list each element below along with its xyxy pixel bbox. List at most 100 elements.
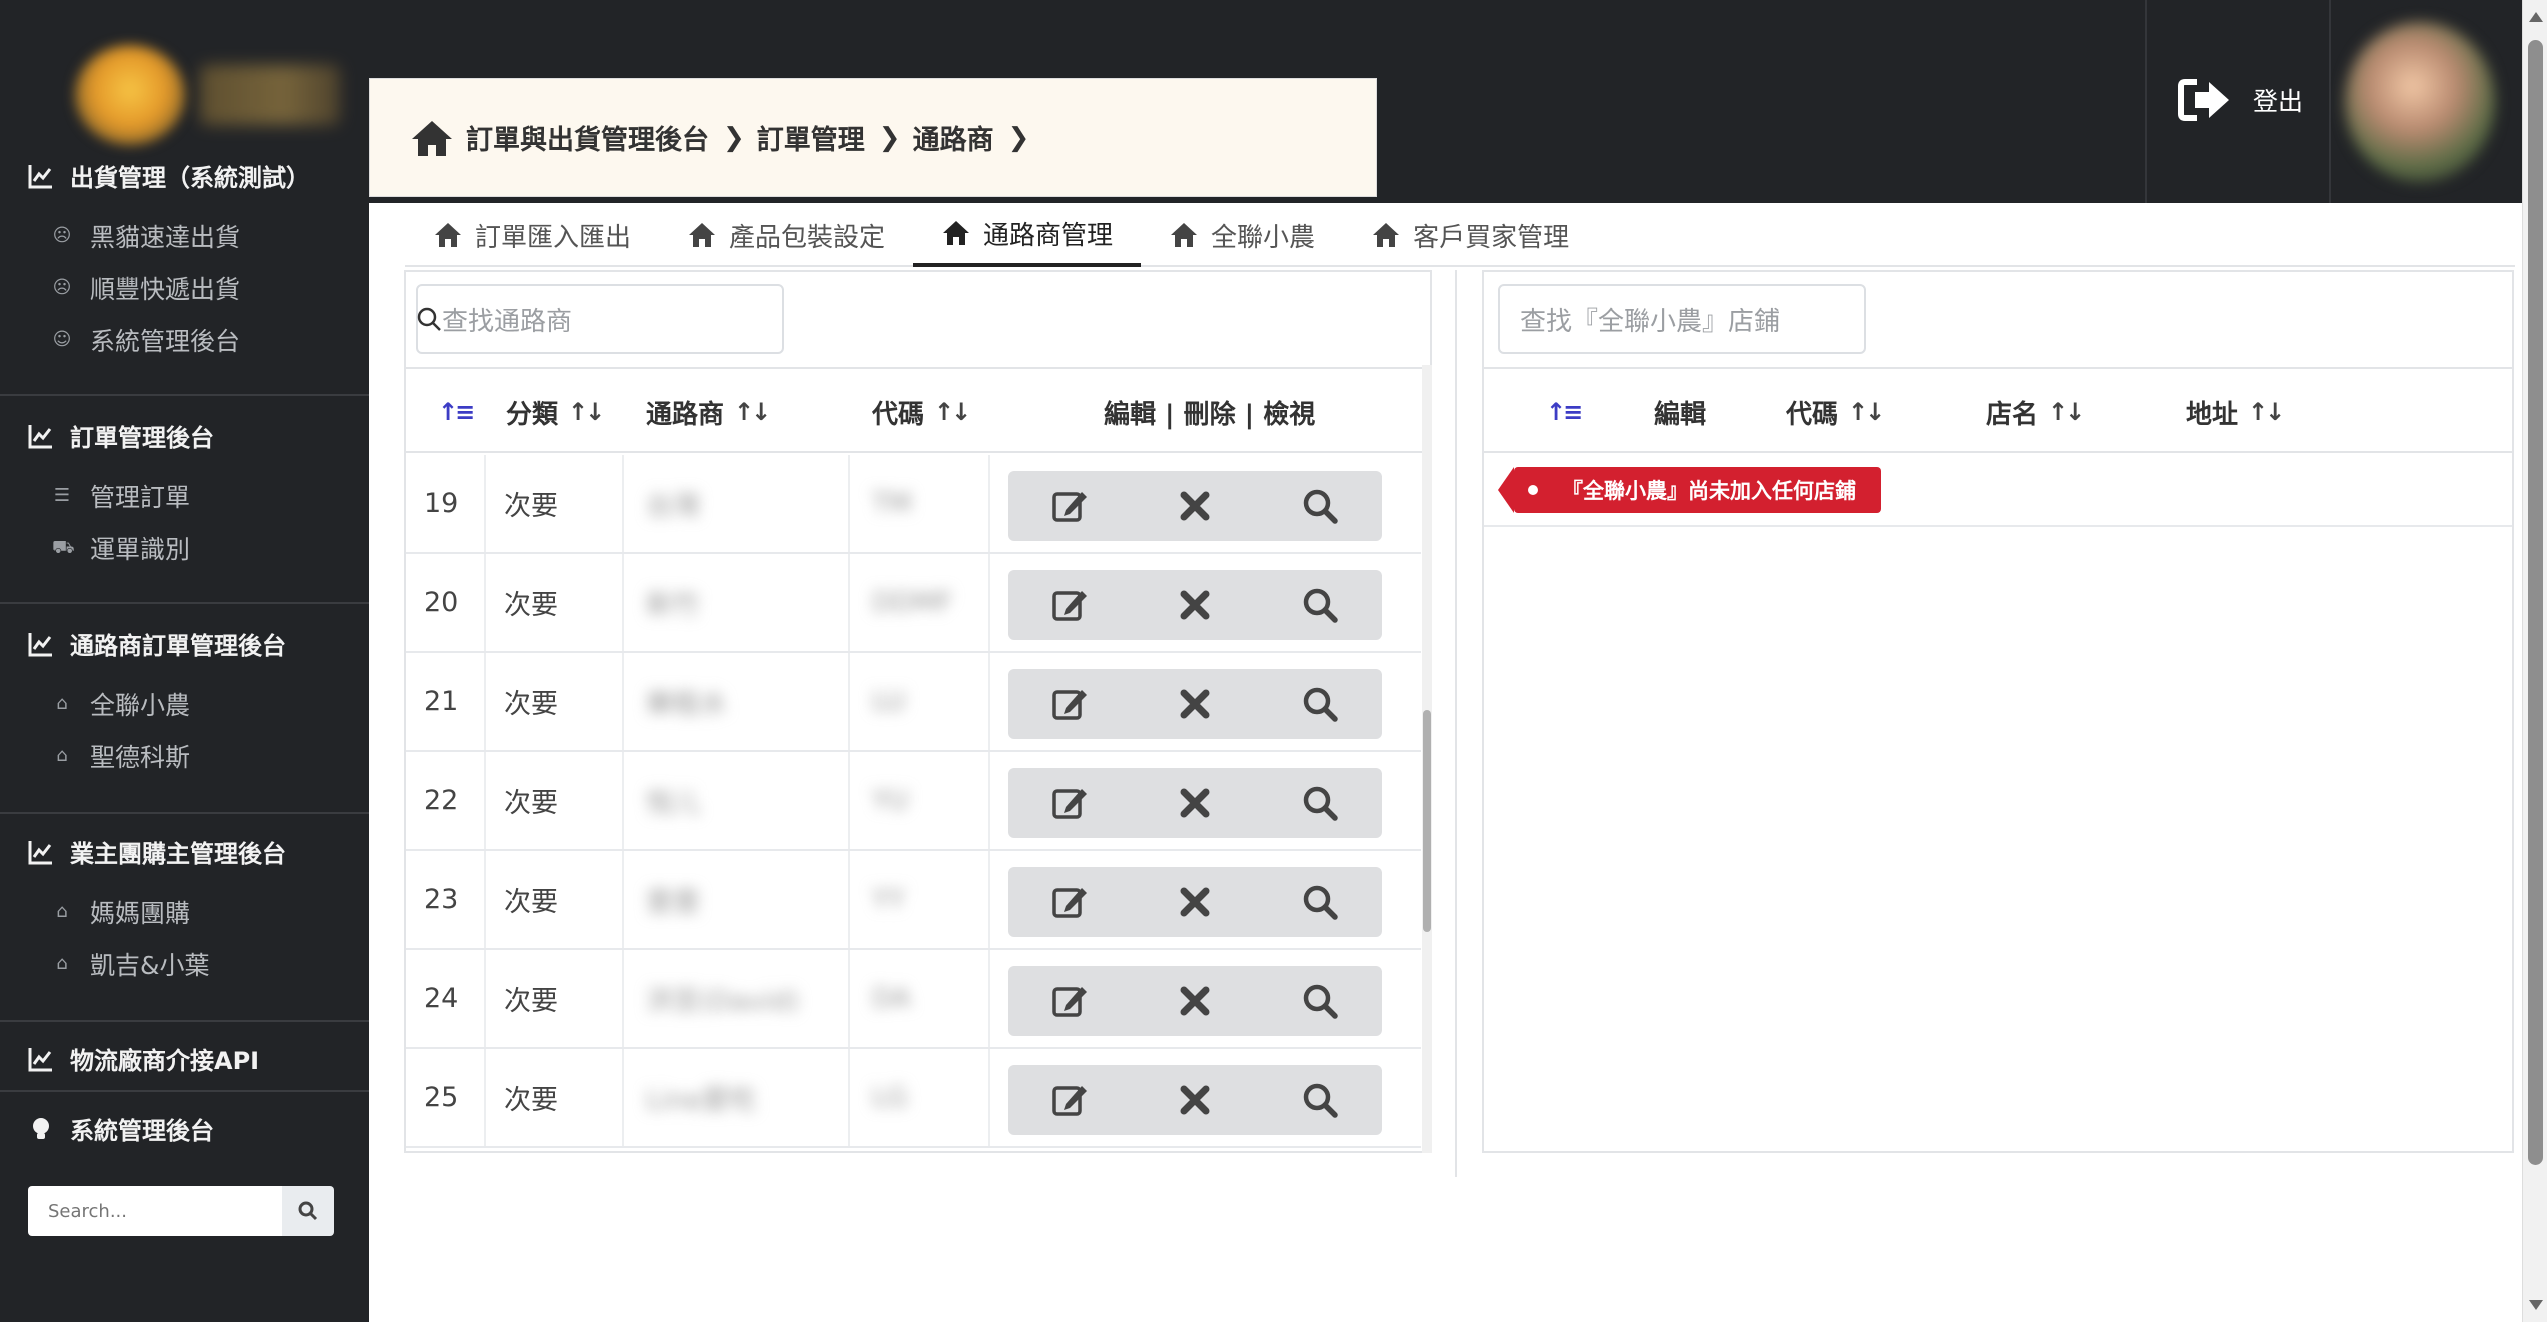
vendor-header[interactable]: 通路商 ↑↓	[646, 369, 771, 455]
breadcrumb-item[interactable]: 訂單管理 ❯	[757, 118, 901, 157]
view-button[interactable]	[1257, 966, 1382, 1036]
edit-button[interactable]	[1008, 1065, 1133, 1135]
search-icon	[1303, 885, 1338, 920]
row-number: 22	[424, 785, 459, 816]
sidebar-item-pxmart-farm[interactable]: ⌂ 全聯小農	[52, 686, 190, 722]
avatar[interactable]	[2345, 22, 2495, 182]
sort-index-header[interactable]: ↑≡	[1546, 369, 1583, 455]
row-vendor-name: 新竹	[646, 590, 700, 621]
edit-button[interactable]	[1008, 669, 1133, 739]
row-vendor-code: TM	[872, 488, 912, 519]
sidebar-section-groupbuy[interactable]: 業主團購主管理後台	[28, 834, 286, 869]
row-category: 次要	[504, 788, 558, 819]
row-category: 次要	[504, 986, 558, 1017]
edit-button[interactable]	[1008, 471, 1133, 541]
chart-line-icon	[28, 632, 52, 656]
delete-button[interactable]	[1133, 768, 1258, 838]
delete-button[interactable]	[1133, 1065, 1258, 1135]
view-button[interactable]	[1257, 471, 1382, 541]
sidebar-item-shengde[interactable]: ⌂ 聖德科斯	[52, 738, 190, 774]
row-action-group	[1008, 471, 1382, 541]
row-vendor-code: LG	[872, 1082, 908, 1113]
edit-button[interactable]	[1008, 570, 1133, 640]
delete-button[interactable]	[1133, 471, 1258, 541]
tab-product-packaging[interactable]: 產品包裝設定	[659, 203, 913, 267]
store-search-input[interactable]: 查找『全聯小農』店鋪	[1498, 284, 1866, 354]
sidebar-item-tcat[interactable]: ☹ 黑貓速達出貨	[52, 218, 240, 254]
vendor-search-input[interactable]: 查找通路商	[416, 284, 784, 354]
sort-index-header[interactable]: ↑≡	[438, 369, 475, 455]
sidebar-item-sysadmin-shipping[interactable]: ☺ 系統管理後台	[52, 322, 240, 358]
vendor-search-placeholder: 查找通路商	[442, 306, 573, 337]
user-secret-icon: ☹	[52, 225, 72, 246]
view-button[interactable]	[1257, 1065, 1382, 1135]
category-header[interactable]: 分類 ↑↓	[506, 369, 605, 455]
view-button[interactable]	[1257, 768, 1382, 838]
topbar-divider	[2329, 0, 2331, 203]
view-button[interactable]	[1257, 867, 1382, 937]
chart-line-icon	[28, 840, 52, 864]
brand-logo[interactable]	[75, 40, 345, 150]
scroll-down-icon[interactable]	[2529, 1300, 2543, 1310]
scroll-up-icon[interactable]	[2529, 12, 2543, 22]
window-scrollbar[interactable]	[2522, 0, 2547, 1322]
actions-header: 編輯 | 刪除 | 檢視	[1104, 369, 1315, 455]
delete-button[interactable]	[1133, 966, 1258, 1036]
chevron-right-icon: ❯	[1007, 122, 1030, 153]
code-header[interactable]: 代碼 ↑↓	[872, 369, 971, 455]
breadcrumb-item[interactable]: 通路商 ❯	[913, 118, 1030, 157]
sidebar-item-sf[interactable]: ☹ 順豐快遞出貨	[52, 270, 240, 306]
sidebar-search-input[interactable]	[28, 1186, 282, 1236]
home-icon: ⌂	[56, 953, 68, 974]
column-divider	[848, 851, 850, 948]
sidebar-section-vendor-orders[interactable]: 通路商訂單管理後台	[28, 626, 286, 661]
column-divider	[988, 554, 990, 651]
row-action-group	[1008, 669, 1382, 739]
sidebar-divider	[0, 394, 369, 396]
vendor-table-scrollbar[interactable]	[1422, 365, 1432, 1153]
window-scrollbar-thumb[interactable]	[2528, 40, 2543, 1165]
sidebar-section-orders[interactable]: 訂單管理後台	[28, 418, 214, 453]
delete-icon	[1180, 986, 1210, 1016]
delete-button[interactable]	[1133, 570, 1258, 640]
sidebar-divider	[0, 602, 369, 604]
tab-vendor-management[interactable]: 通路商管理	[913, 203, 1142, 267]
column-divider	[484, 455, 486, 552]
delete-icon	[1180, 491, 1210, 521]
tab-bar: 訂單匯入匯出 產品包裝設定 通路商管理 全聯小農 客戶買家管理	[405, 203, 2515, 267]
sidebar-item-label: 凱吉&小葉	[90, 951, 210, 980]
delete-button[interactable]	[1133, 867, 1258, 937]
breadcrumb-item[interactable]: 訂單與出貨管理後台 ❯	[466, 118, 745, 157]
edit-button[interactable]	[1008, 966, 1133, 1036]
sidebar-item-waybill[interactable]: ⛟ 運單識別	[52, 530, 190, 566]
address-header[interactable]: 地址 ↑↓	[2186, 369, 2285, 455]
sidebar-section-sysadmin[interactable]: 系統管理後台	[28, 1111, 214, 1146]
tab-order-import-export[interactable]: 訂單匯入匯出	[405, 203, 659, 267]
table-row: 20 次要 新竹 DDMF	[406, 554, 1421, 653]
tab-customer-management[interactable]: 客戶買家管理	[1343, 203, 1597, 267]
users-icon: ☺	[52, 329, 72, 350]
store-code-header[interactable]: 代碼 ↑↓	[1786, 369, 1885, 455]
sidebar-item-manage-orders[interactable]: ☰ 管理訂單	[52, 478, 190, 514]
chart-line-icon	[28, 164, 52, 188]
column-divider	[848, 950, 850, 1047]
scrollbar-thumb[interactable]	[1423, 710, 1431, 932]
store-name-header[interactable]: 店名 ↑↓	[1986, 369, 2085, 455]
column-divider	[484, 653, 486, 750]
user-secret-icon: ☹	[52, 277, 72, 298]
tab-pxmart-farm[interactable]: 全聯小農	[1141, 203, 1343, 267]
sidebar-section-shipping[interactable]: 出貨管理（系統測試）	[28, 158, 310, 193]
sidebar-section-logistics-api[interactable]: 物流廠商介接API	[28, 1041, 259, 1076]
row-vendor-name: 悅儿	[646, 788, 700, 819]
view-button[interactable]	[1257, 570, 1382, 640]
logout-button[interactable]: 登出	[2177, 78, 2303, 122]
sidebar-section-title: 通路商訂單管理後台	[70, 632, 286, 660]
edit-button[interactable]	[1008, 768, 1133, 838]
sidebar-item-mama-groupbuy[interactable]: ⌂ 媽媽團購	[52, 894, 190, 930]
sidebar-search-button[interactable]	[282, 1186, 334, 1236]
view-button[interactable]	[1257, 669, 1382, 739]
column-divider	[622, 653, 624, 750]
edit-button[interactable]	[1008, 867, 1133, 937]
delete-button[interactable]	[1133, 669, 1258, 739]
sidebar-item-kaiji[interactable]: ⌂ 凱吉&小葉	[52, 946, 210, 982]
